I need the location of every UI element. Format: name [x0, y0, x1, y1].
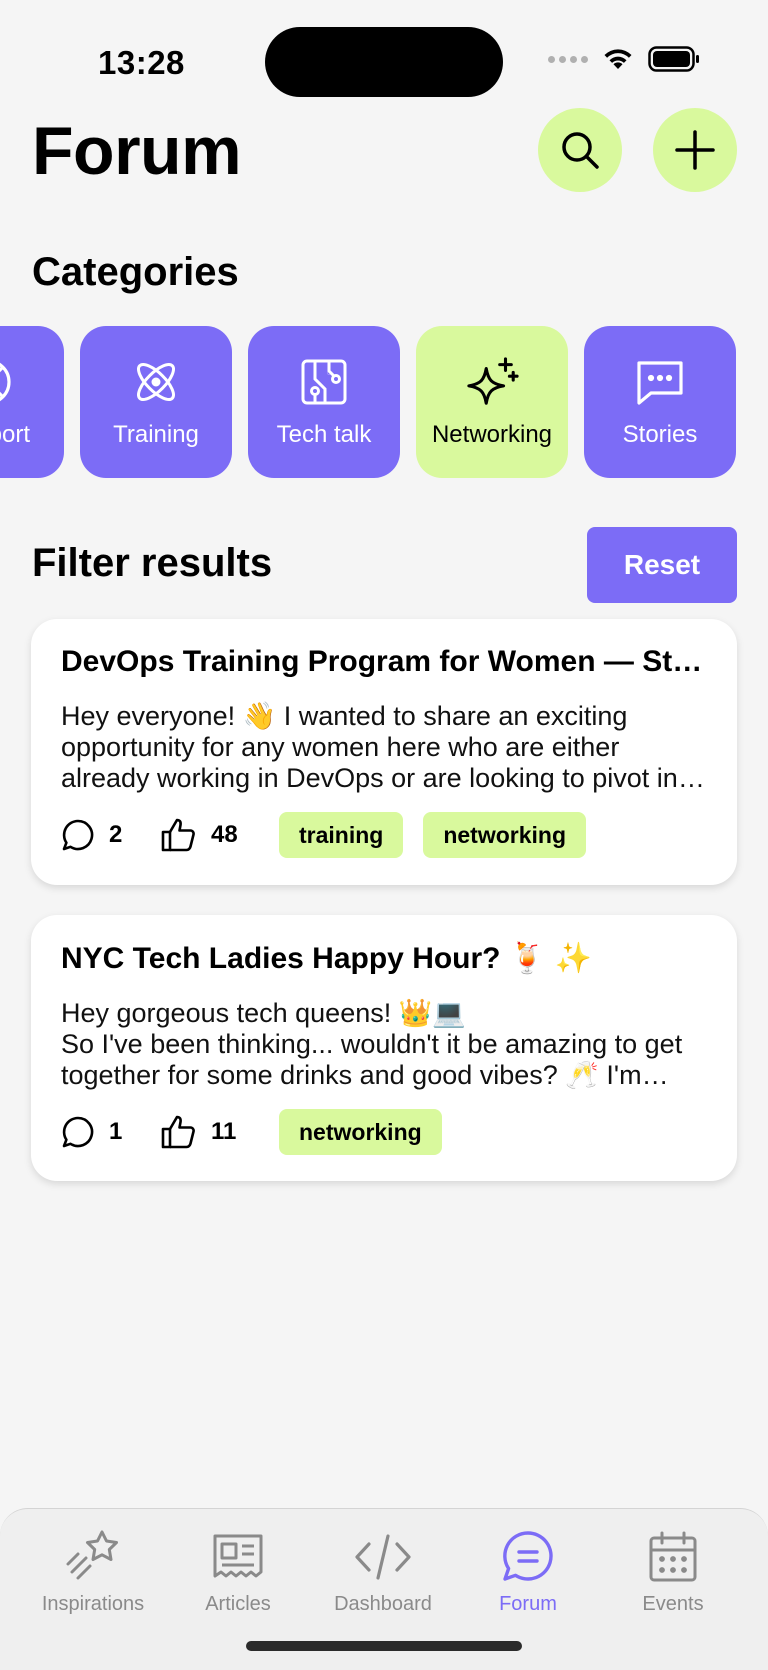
category-support[interactable]: Support — [0, 326, 64, 478]
chat-lines-icon — [498, 1527, 558, 1587]
wifi-icon — [604, 49, 632, 69]
post-meta: 1 11 networking — [61, 1109, 707, 1155]
tab-label: Dashboard — [334, 1593, 432, 1615]
tab-forum[interactable]: Forum — [453, 1527, 603, 1616]
tag-training[interactable]: training — [279, 812, 404, 858]
add-post-button[interactable] — [653, 108, 737, 192]
categories-carousel[interactable]: Support Training Tech talk — [0, 326, 736, 478]
code-icon — [353, 1527, 413, 1587]
sparkles-icon — [465, 355, 519, 409]
tab-dashboard[interactable]: Dashboard — [308, 1527, 458, 1616]
circuit-board-icon — [297, 355, 351, 409]
category-networking[interactable]: Networking — [416, 326, 568, 478]
comments-value: 1 — [109, 1118, 123, 1145]
comment-icon — [62, 819, 94, 851]
dynamic-island — [265, 27, 503, 97]
tab-events[interactable]: Events — [598, 1527, 748, 1616]
comment-icon — [62, 1116, 94, 1148]
tab-inspirations[interactable]: Inspirations — [18, 1527, 168, 1616]
post-excerpt: Hey everyone! 👋 I wanted to share an exc… — [61, 701, 701, 793]
thumbs-up-icon — [161, 1115, 195, 1149]
categories-title: Categories — [32, 250, 239, 294]
likes-count[interactable]: 48 — [161, 817, 279, 853]
post-title: DevOps Training Program for Women — Star… — [61, 645, 707, 678]
atom-icon — [129, 355, 183, 409]
post-excerpt: Hey gorgeous tech queens! 👑💻 So I've bee… — [61, 998, 683, 1090]
thumbs-up-icon — [161, 818, 195, 852]
likes-value: 48 — [211, 821, 238, 848]
lifebuoy-icon — [0, 355, 15, 409]
newspaper-icon — [208, 1527, 268, 1587]
category-stories[interactable]: Stories — [584, 326, 736, 478]
reset-button[interactable]: Reset — [587, 527, 737, 603]
likes-value: 11 — [211, 1118, 237, 1145]
tab-label: Events — [642, 1593, 704, 1615]
comments-value: 2 — [109, 821, 123, 848]
likes-count[interactable]: 11 — [161, 1114, 279, 1150]
category-label: Tech talk — [276, 421, 372, 448]
tab-label: Articles — [205, 1593, 271, 1615]
page-title: Forum — [32, 113, 242, 189]
chat-bubble-dots-icon — [633, 355, 687, 409]
category-training[interactable]: Training — [80, 326, 232, 478]
category-label: Networking — [431, 421, 553, 448]
tag-networking[interactable]: networking — [279, 1109, 442, 1155]
tab-articles[interactable]: Articles — [163, 1527, 313, 1616]
category-label: Support — [0, 421, 31, 448]
post-title: NYC Tech Ladies Happy Hour? 🍹 ✨ — [61, 942, 592, 975]
category-label: Stories — [622, 421, 698, 448]
search-button[interactable] — [538, 108, 622, 192]
comments-count[interactable]: 2 — [61, 818, 161, 852]
post-card[interactable]: DevOps Training Program for Women — Star… — [31, 619, 737, 885]
tab-label: Inspirations — [41, 1593, 145, 1615]
signal-icon — [548, 55, 588, 63]
forum-screen: 13:28 Forum Categories ort Training Tech… — [0, 0, 768, 1670]
status-time: 13:28 — [98, 44, 185, 81]
status-icons — [548, 46, 700, 72]
filter-results-title: Filter results — [32, 541, 273, 585]
tab-label: Forum — [499, 1593, 557, 1615]
comments-count[interactable]: 1 — [61, 1115, 161, 1149]
search-icon — [562, 132, 599, 169]
home-indicator[interactable] — [246, 1641, 522, 1651]
tag-networking[interactable]: networking — [423, 812, 587, 858]
calendar-icon — [643, 1527, 703, 1587]
battery-icon — [648, 46, 699, 72]
post-card[interactable]: NYC Tech Ladies Happy Hour? 🍹 ✨ Hey gorg… — [31, 915, 737, 1181]
post-meta: 2 48 training networking — [61, 812, 707, 858]
category-tech-talk[interactable]: Tech talk — [248, 326, 400, 478]
plus-icon — [675, 130, 715, 170]
category-label: Training — [113, 421, 199, 448]
shooting-star-icon — [63, 1527, 123, 1587]
